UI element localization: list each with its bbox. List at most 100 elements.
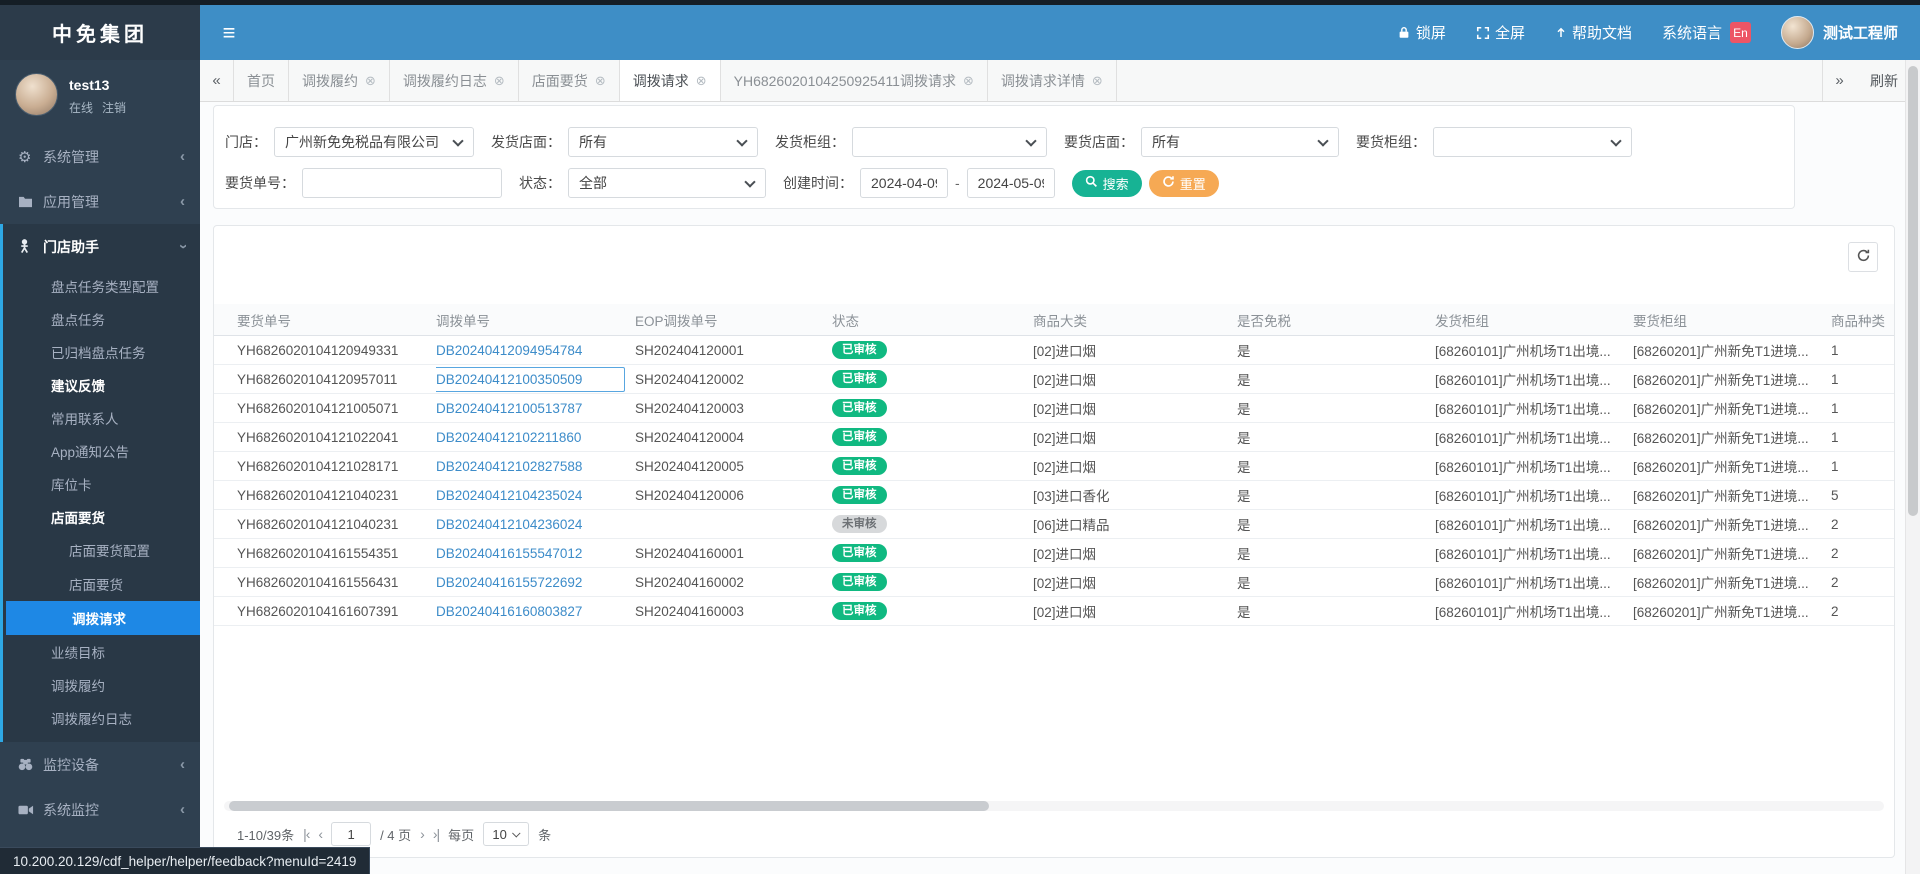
- req-store-select[interactable]: 所有: [1141, 127, 1339, 157]
- header-username: 测试工程师: [1822, 25, 1898, 42]
- transfer-no-cell: DB20240416155547012: [436, 546, 635, 561]
- transfer-no-link[interactable]: DB20240412104235024: [436, 488, 582, 503]
- transfer-no-cell: DB20240416160803827: [436, 604, 635, 619]
- tab-调拨请求[interactable]: 调拨请求 ⊗: [619, 60, 721, 101]
- last-page-button[interactable]: ›|: [433, 826, 440, 842]
- sidebar-item-库位卡[interactable]: 库位卡: [3, 467, 200, 500]
- eop-no-cell: SH202404120001: [635, 342, 744, 358]
- fullscreen-button[interactable]: 全屏: [1476, 22, 1525, 43]
- tab-close-icon[interactable]: ⊗: [1092, 74, 1103, 87]
- person-icon: [18, 239, 43, 254]
- pagination: 1-10/39条 |‹ ‹ / 4 页 › ›| 每页 10 条: [237, 822, 551, 846]
- table-refresh-button[interactable]: [1848, 242, 1878, 272]
- ship-group-select[interactable]: [852, 127, 1047, 157]
- status-badge: 已审核: [832, 485, 887, 505]
- transfer-no-link[interactable]: DB20240416160803827: [436, 604, 582, 619]
- sidebar: test13 在线 注销 ⚙ 系统管理 ‹ 应用管理 ‹ 门店助手 ‹ 盘点任务类型配置 盘点任…: [0, 60, 200, 874]
- order-no-input[interactable]: [302, 168, 502, 198]
- store-select[interactable]: 广州新免免税品有限公司: [274, 127, 474, 157]
- sidebar-item-系统管理[interactable]: ⚙ 系统管理 ‹: [0, 134, 200, 179]
- first-page-button[interactable]: |‹: [303, 826, 310, 842]
- tab-YH6826020104250925411调拨请求[interactable]: YH6826020104250925411调拨请求 ⊗: [721, 60, 988, 101]
- transfer-no-link[interactable]: DB20240416155722692: [436, 575, 582, 590]
- sidebar-item-店面要货配置[interactable]: 店面要货配置: [3, 533, 200, 567]
- sidebar-item-店面要货[interactable]: 店面要货: [3, 500, 200, 533]
- table-header-是否免税: 是否免税: [1237, 310, 1435, 330]
- next-page-button[interactable]: ›: [420, 826, 425, 842]
- status-badge: 已审核: [832, 601, 887, 621]
- sidebar-item-监控设备[interactable]: 监控设备 ‹: [0, 742, 200, 787]
- sidebar-item-盘点任务类型配置[interactable]: 盘点任务类型配置: [3, 269, 200, 302]
- transfer-no-link[interactable]: DB20240416155547012: [436, 546, 582, 561]
- transfer-no-link[interactable]: DB20240412100350509: [436, 366, 625, 392]
- transfer-no-link[interactable]: DB20240412104236024: [436, 517, 582, 532]
- sidebar-item-门店助手[interactable]: 门店助手 ‹: [3, 224, 200, 269]
- transfer-no-link[interactable]: DB20240412094954784: [436, 343, 582, 358]
- transfer-no-link[interactable]: DB20240412102211860: [436, 430, 581, 445]
- sidebar-item-App通知公告[interactable]: App通知公告: [3, 434, 200, 467]
- tab-close-icon[interactable]: ⊗: [595, 74, 606, 87]
- help-docs-button[interactable]: 帮助文档: [1555, 22, 1632, 43]
- language-badge[interactable]: En: [1729, 22, 1751, 43]
- sidebar-item-店面要货[interactable]: 店面要货: [3, 567, 200, 601]
- horizontal-scrollbar-thumb[interactable]: [229, 801, 989, 811]
- page-number-input[interactable]: [331, 822, 372, 846]
- tab-close-icon[interactable]: ⊗: [696, 74, 707, 87]
- sidebar-item-盘点任务[interactable]: 盘点任务: [3, 302, 200, 335]
- table-header-状态: 状态: [832, 310, 1033, 330]
- tab-店面要货[interactable]: 店面要货 ⊗: [519, 60, 620, 101]
- tab-close-icon[interactable]: ⊗: [963, 74, 974, 87]
- transfer-no-link[interactable]: DB20240412100513787: [436, 401, 582, 416]
- search-button[interactable]: 搜索: [1071, 169, 1142, 197]
- header-user-menu[interactable]: 测试工程师: [1780, 16, 1898, 49]
- table-row: YH6826020104161554351 DB20240416155547012…: [214, 539, 1894, 568]
- tab-label: 调拨履约日志: [402, 72, 487, 89]
- tabs-scroll-left-button[interactable]: «: [200, 60, 234, 101]
- tabs-scroll-right-button[interactable]: »: [1822, 60, 1856, 101]
- header-avatar: [1780, 16, 1814, 49]
- tab-调拨履约日志[interactable]: 调拨履约日志 ⊗: [390, 60, 519, 101]
- reset-button[interactable]: 重置: [1148, 169, 1219, 197]
- sidebar-item-已归档盘点任务[interactable]: 已归档盘点任务: [3, 335, 200, 368]
- sidebar-item-调拨履约日志[interactable]: 调拨履约日志: [3, 701, 200, 734]
- sidebar-toggle-button[interactable]: ≡: [200, 5, 258, 60]
- req-no-cell: YH6826020104121028171: [237, 458, 399, 474]
- vertical-scrollbar-thumb[interactable]: [1908, 66, 1918, 516]
- eop-no-cell: SH202404120002: [635, 371, 744, 387]
- status-select[interactable]: 全部: [568, 168, 766, 198]
- lock-screen-button[interactable]: 锁屏: [1397, 22, 1446, 43]
- per-page-select[interactable]: 10: [483, 822, 530, 846]
- date-from-input[interactable]: [860, 168, 948, 198]
- transfer-no-link[interactable]: DB20240412102827588: [436, 459, 582, 474]
- tab-close-icon[interactable]: ⊗: [494, 74, 505, 87]
- logout-link[interactable]: 注销: [102, 99, 126, 116]
- sidebar-item-调拨履约[interactable]: 调拨履约: [3, 668, 200, 701]
- req-no-cell: YH6826020104161556431: [237, 574, 399, 590]
- sidebar-item-建议反馈[interactable]: 建议反馈: [3, 368, 200, 401]
- table-row: YH6826020104121028171 DB20240412102827588…: [214, 452, 1894, 481]
- tab-调拨履约[interactable]: 调拨履约 ⊗: [289, 60, 390, 101]
- sku-count-cell: 2: [1831, 603, 1839, 619]
- req-group-select[interactable]: [1433, 127, 1632, 157]
- tab-label: 调拨履约: [302, 72, 358, 89]
- status-cell: 已审核: [832, 485, 1033, 505]
- ship-group-cell: [68260101]广州机场T1出境...: [1435, 402, 1611, 417]
- sidebar-item-应用管理[interactable]: 应用管理 ‹: [0, 179, 200, 224]
- sidebar-item-调拨请求[interactable]: 调拨请求: [6, 601, 200, 635]
- tab-close-icon[interactable]: ⊗: [365, 74, 376, 87]
- tab-调拨请求详情[interactable]: 调拨请求详情 ⊗: [988, 60, 1117, 101]
- sidebar-item-常用联系人[interactable]: 常用联系人: [3, 401, 200, 434]
- sidebar-item-系统监控[interactable]: 系统监控 ‹: [0, 787, 200, 832]
- system-language-button[interactable]: 系统语言 En: [1662, 22, 1751, 43]
- chevron-down-icon: [1025, 135, 1037, 147]
- tab-首页[interactable]: 首页: [234, 60, 289, 101]
- ship-store-select[interactable]: 所有: [568, 127, 758, 157]
- date-to-input[interactable]: [966, 168, 1055, 198]
- prev-page-button[interactable]: ‹: [318, 826, 323, 842]
- eop-no-cell: SH202404120005: [635, 458, 744, 474]
- eop-no-cell: SH202404160001: [635, 545, 744, 561]
- tax-free-cell: 是: [1237, 431, 1251, 446]
- ship-group-cell: [68260101]广州机场T1出境...: [1435, 489, 1611, 504]
- order-no-label: 要货单号：: [225, 175, 295, 191]
- sidebar-item-业绩目标[interactable]: 业绩目标: [3, 635, 200, 668]
